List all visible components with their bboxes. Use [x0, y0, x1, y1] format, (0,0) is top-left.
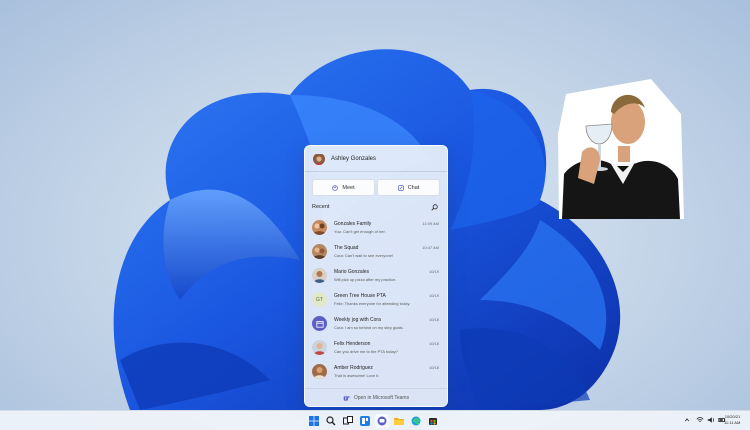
compose-icon — [397, 184, 404, 191]
conversation-name: Mario Gonzales — [334, 269, 370, 275]
conversation-time: 10/18 — [428, 341, 439, 346]
user-name: Ashley Gonzales — [331, 155, 377, 162]
conversation-the-squad[interactable]: The Squad Cora: Can't wait to see everyo… — [305, 240, 447, 264]
conversation-time: 10/18 — [428, 365, 439, 370]
chat-icon[interactable] — [375, 414, 389, 428]
conversation-name: Green Tree House PTA — [334, 293, 386, 299]
store-icon[interactable] — [426, 414, 440, 428]
contact-avatar — [312, 364, 327, 379]
search-icon[interactable] — [324, 414, 338, 428]
contact-avatar — [312, 340, 327, 355]
calendar-icon — [312, 316, 327, 331]
divider — [305, 171, 447, 172]
flyout-header: Ashley Gonzales — [305, 146, 447, 171]
conversation-name: Felix Henderson — [334, 341, 371, 347]
conversation-preview: Felix: Thanks everyone for attending tod… — [334, 301, 411, 306]
conversation-time: 10:47 AM — [422, 245, 439, 250]
initials-avatar: GT — [312, 292, 327, 307]
conversation-preview: Cora: I am so behind on my step goals. — [334, 325, 404, 330]
open-in-teams-link[interactable]: Open in Microsoft Teams — [305, 388, 447, 406]
open-in-teams-label: Open in Microsoft Teams — [353, 395, 410, 401]
sticker-man-raising-glass — [558, 79, 684, 219]
chat-button[interactable]: Chat — [377, 179, 440, 196]
conversation-time: 10/18 — [428, 317, 439, 322]
conversation-name: The Squad — [334, 245, 359, 251]
conversation-felix-henderson[interactable]: Felix Henderson Can you drive me to the … — [305, 336, 447, 360]
conversation-time: 10/19 — [428, 269, 439, 274]
recent-heading: Recent — [312, 204, 330, 210]
chevron-up-icon[interactable] — [684, 417, 690, 423]
meet-button[interactable]: Meet — [312, 179, 375, 196]
group-avatar — [312, 244, 327, 259]
chat-label: Chat — [407, 184, 420, 191]
conversation-time: 11:09 AM — [422, 221, 439, 226]
desktop-wallpaper: Ashley Gonzales Meet Chat Recent Gonzale… — [0, 0, 750, 430]
volume-icon[interactable] — [707, 416, 715, 424]
chat-flyout: Ashley Gonzales Meet Chat Recent Gonzale… — [304, 145, 448, 407]
conversation-green-tree-house-pta[interactable]: GT Green Tree House PTA Felix: Thanks ev… — [305, 288, 447, 312]
conversation-name: Weekly jog with Cora — [334, 317, 381, 323]
contact-avatar — [312, 268, 327, 283]
file-explorer-icon[interactable] — [392, 414, 406, 428]
task-view-icon[interactable] — [341, 414, 355, 428]
group-avatar — [312, 220, 327, 235]
conversation-weekly-jog-with-cora[interactable]: Weekly jog with Cora Cora: I am so behin… — [305, 312, 447, 336]
conversation-preview: Can you drive me to the PTA today? — [334, 349, 398, 354]
conversation-preview: Yuu: Can't get enough of her. — [334, 229, 386, 234]
conversation-mario-gonzales[interactable]: Mario Gonzales Will pick up pizza after … — [305, 264, 447, 288]
widgets-icon[interactable] — [358, 414, 372, 428]
system-tray[interactable] — [684, 416, 726, 424]
conversation-amber-rodriguez[interactable]: Amber Rodriguez That is awesome! Love it… — [305, 360, 447, 384]
conversation-preview: Cora: Can't wait to see everyone! — [334, 253, 394, 258]
taskbar-clock[interactable]: 10/20/21 11:11 AM — [724, 414, 740, 426]
conversation-time: 10/19 — [428, 293, 439, 298]
wifi-icon[interactable] — [696, 416, 704, 424]
conversation-gonzales-family[interactable]: Gonzales Family Yuu: Can't get enough of… — [305, 216, 447, 240]
conversation-name: Amber Rodriguez — [334, 365, 373, 371]
conversation-preview: That is awesome! Love it. — [334, 373, 380, 378]
edge-icon[interactable] — [409, 414, 423, 428]
conversation-name: Gonzales Family — [334, 221, 372, 227]
clock-time: 11:11 AM — [724, 420, 741, 425]
windows-start-icon[interactable] — [307, 414, 321, 428]
search-icon[interactable] — [431, 204, 438, 211]
taskbar: 10/20/21 11:11 AM — [0, 410, 750, 430]
teams-icon — [343, 395, 350, 401]
meet-icon — [332, 184, 339, 191]
meet-label: Meet — [342, 184, 355, 191]
conversation-preview: Will pick up pizza after my practice. — [334, 277, 397, 282]
user-avatar[interactable] — [313, 153, 325, 165]
